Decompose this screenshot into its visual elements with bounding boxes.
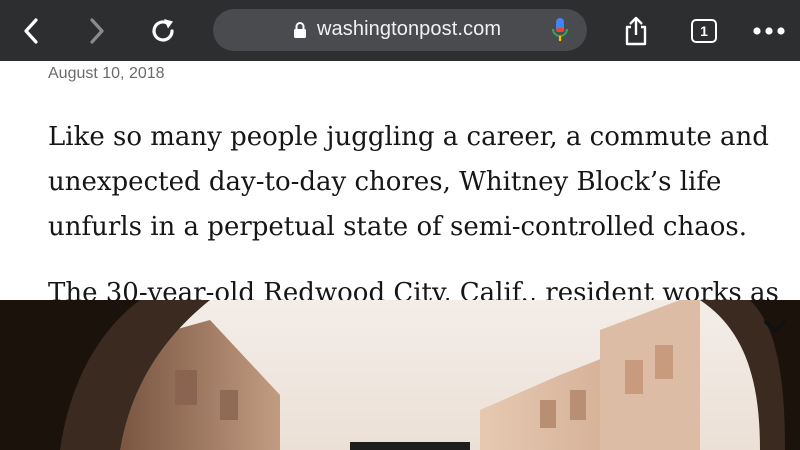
paragraph-line: The 30-year-old Redwood City, Calif., re…: [48, 278, 779, 301]
paragraph-line: unfurls in a perpetual state of semi-con…: [48, 212, 747, 242]
microphone-icon[interactable]: [551, 17, 569, 43]
lock-icon: [294, 22, 306, 38]
forward-button[interactable]: [74, 0, 118, 61]
paragraph-line: unexpected day-to-day chores, Whitney Bl…: [48, 167, 722, 197]
url-text: washingtonpost.com: [317, 18, 502, 40]
reload-button[interactable]: [140, 0, 186, 61]
tab-count: 1: [691, 18, 717, 43]
share-icon: [625, 16, 647, 45]
address-bar[interactable]: washingtonpost.com: [213, 9, 587, 51]
share-button[interactable]: [614, 0, 658, 61]
chevron-down-icon[interactable]: [762, 318, 788, 336]
tab-switcher-button[interactable]: 1: [682, 0, 726, 61]
street-photo: [0, 300, 800, 450]
browser-toolbar: washingtonpost.com 1: [0, 0, 800, 61]
article-paragraph: The 30-year-old Redwood City, Calif., re…: [48, 271, 779, 301]
reload-icon: [152, 18, 174, 42]
more-menu-button[interactable]: [746, 0, 792, 61]
article-paragraph: Like so many people juggling a career, a…: [48, 115, 778, 250]
chevron-right-icon: [90, 17, 104, 44]
more-horizontal-icon: [753, 26, 785, 35]
chevron-left-icon: [24, 17, 38, 44]
paragraph-line: Like so many people juggling a career, a…: [48, 122, 769, 152]
article-body: August 10, 2018 Like so many people jugg…: [0, 61, 800, 301]
article-date: August 10, 2018: [48, 65, 165, 82]
video-overlay-image[interactable]: [0, 300, 800, 450]
back-button[interactable]: [10, 0, 54, 61]
